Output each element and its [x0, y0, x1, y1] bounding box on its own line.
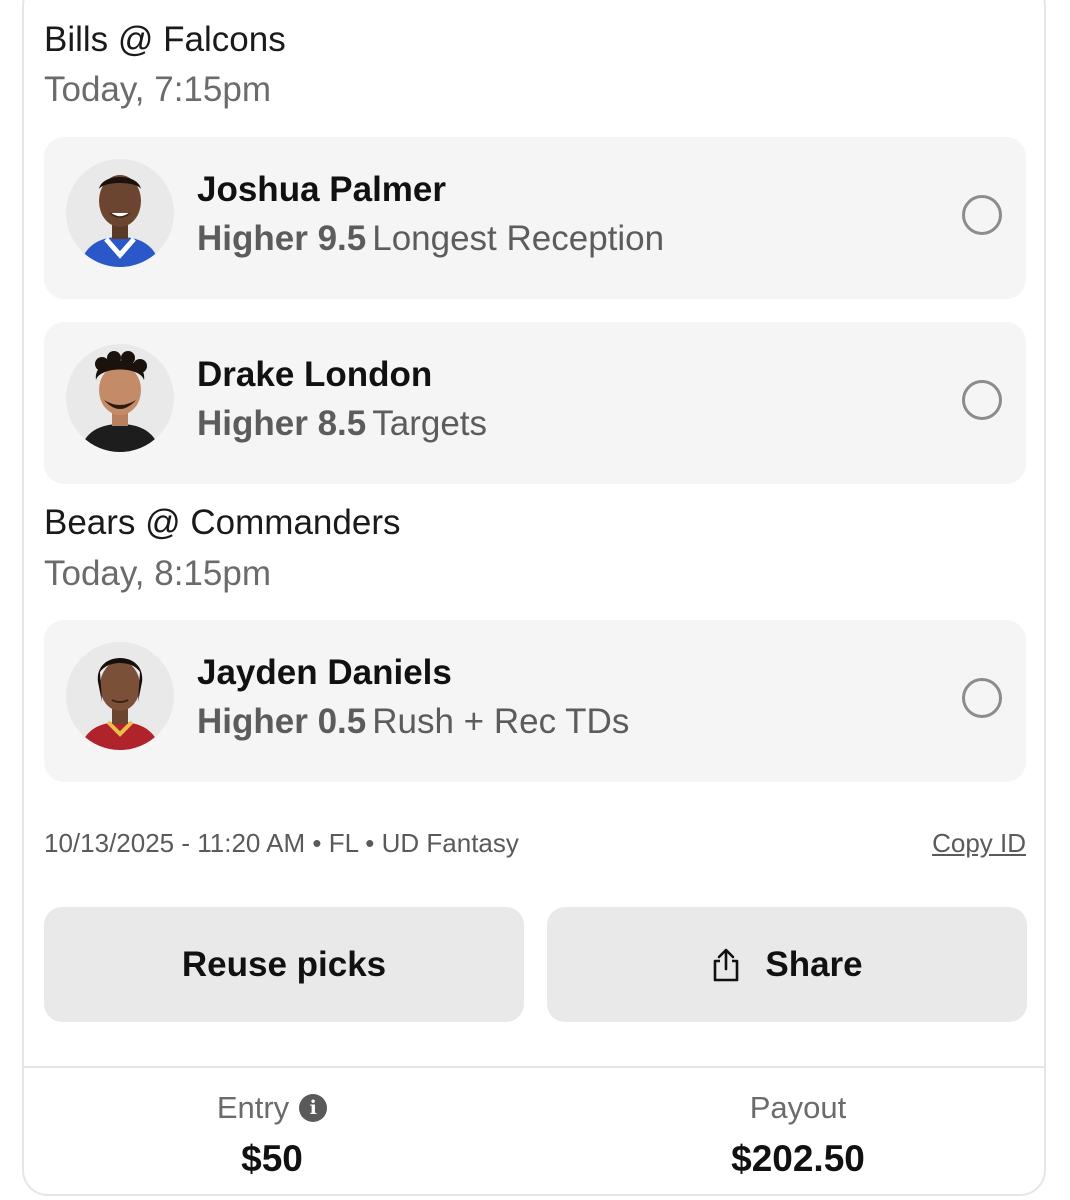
pick-stat: Longest Reception [372, 219, 665, 258]
pick-card-jayden-daniels[interactable]: Jayden Daniels Higher 0.5 Rush + Rec TDs [44, 620, 1026, 782]
game-time: Today, 8:15pm [44, 554, 271, 593]
copy-id-link[interactable]: Copy ID [932, 828, 1026, 859]
player-avatar [66, 344, 174, 452]
pick-direction: Higher 9.5 [197, 219, 367, 258]
pick-direction: Higher 0.5 [197, 702, 367, 741]
pick-line: Higher 0.5 Rush + Rec TDs [197, 702, 629, 742]
pick-stat: Targets [372, 404, 488, 443]
entry-meta: 10/13/2025 - 11:20 AM • FL • UD Fantasy [44, 828, 519, 858]
pick-direction: Higher 8.5 [197, 404, 367, 443]
info-icon[interactable]: i [299, 1094, 328, 1122]
share-button[interactable]: Share [547, 907, 1027, 1022]
payout-amount: $202.50 [731, 1138, 865, 1179]
game-title: Bears @ Commanders [44, 503, 401, 542]
reuse-picks-label: Reuse picks [181, 944, 387, 984]
player-name: Joshua Palmer [197, 170, 446, 209]
payout-summary: Payout $202.50 [548, 1090, 1048, 1180]
footer-divider [24, 1066, 1046, 1068]
payout-label-row: Payout [548, 1090, 1048, 1126]
share-icon [711, 947, 741, 983]
player-name: Jayden Daniels [197, 653, 452, 692]
player-name: Drake London [197, 355, 433, 394]
pick-line: Higher 8.5 Targets [197, 404, 487, 444]
pick-radio[interactable] [962, 678, 1002, 718]
pick-line: Higher 9.5 Longest Reception [197, 219, 664, 259]
pick-radio[interactable] [962, 195, 1002, 235]
player-avatar [66, 159, 174, 267]
entry-summary: Entry i $50 [22, 1090, 522, 1180]
entry-amount: $50 [241, 1138, 303, 1179]
game-title: Bills @ Falcons [44, 20, 286, 59]
payout-label: Payout [749, 1090, 847, 1125]
entry-label: Entry [216, 1090, 290, 1125]
pick-card-drake-london[interactable]: Drake London Higher 8.5 Targets [44, 322, 1026, 484]
game-time: Today, 7:15pm [44, 70, 271, 109]
share-label: Share [765, 944, 863, 984]
reuse-picks-button[interactable]: Reuse picks [44, 907, 524, 1022]
pick-card-joshua-palmer[interactable]: Joshua Palmer Higher 9.5 Longest Receptio… [44, 137, 1026, 299]
entry-label-row: Entry i [22, 1090, 522, 1126]
player-avatar [66, 642, 174, 750]
pick-radio[interactable] [962, 380, 1002, 420]
pick-stat: Rush + Rec TDs [372, 702, 630, 741]
